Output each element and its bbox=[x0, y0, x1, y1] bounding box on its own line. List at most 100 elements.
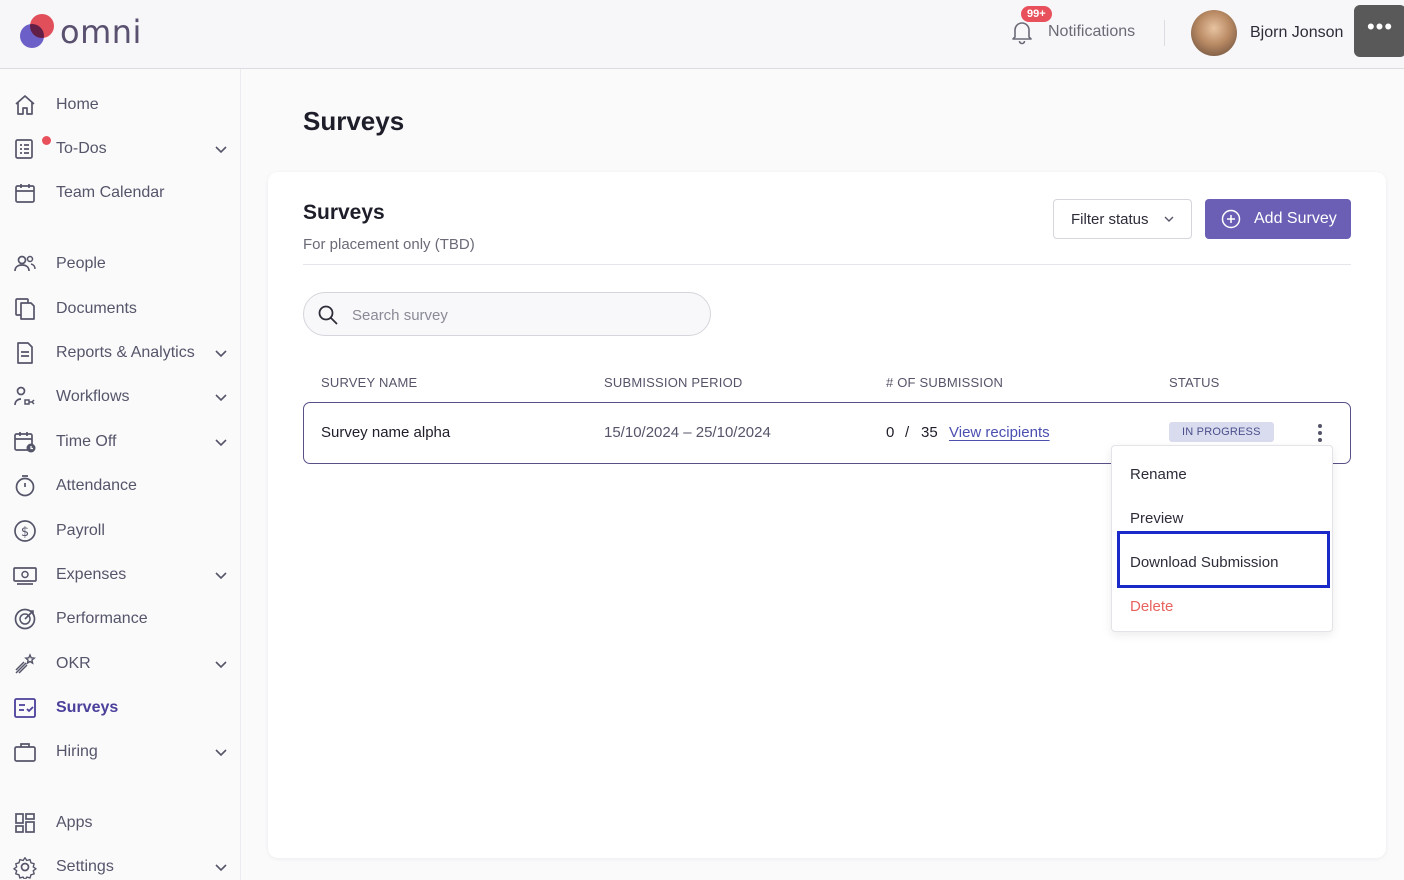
chevron-down-icon[interactable] bbox=[213, 389, 229, 405]
top-header: omni 99+ Notifications Bjorn Jonson ••• bbox=[0, 0, 1404, 69]
home-icon bbox=[12, 92, 38, 118]
sidebar-item-payroll[interactable]: $ Payroll bbox=[0, 513, 241, 549]
total-count: 35 bbox=[921, 424, 938, 441]
menu-item-rename[interactable]: Rename bbox=[1130, 466, 1187, 483]
sidebar-item-label: Surveys bbox=[56, 699, 119, 716]
logo-mark-icon bbox=[18, 12, 58, 52]
survey-icon bbox=[12, 695, 38, 721]
sidebar-item-attendance[interactable]: Attendance bbox=[0, 468, 241, 504]
dollar-icon: $ bbox=[12, 518, 38, 544]
column-header-status: STATUS bbox=[1169, 375, 1220, 390]
chevron-down-icon[interactable] bbox=[213, 744, 229, 760]
notifications-label: Notifications bbox=[1048, 23, 1136, 40]
sidebar-item-reports-analytics[interactable]: Reports & Analytics bbox=[0, 335, 241, 371]
sidebar-item-label: Performance bbox=[56, 610, 148, 627]
sidebar-item-label: Apps bbox=[56, 814, 93, 831]
search-icon bbox=[318, 305, 338, 325]
view-recipients-link[interactable]: View recipients bbox=[949, 424, 1050, 441]
omni-logo[interactable]: omni bbox=[18, 12, 142, 52]
chevron-down-icon[interactable] bbox=[213, 345, 229, 361]
briefcase-icon bbox=[12, 739, 38, 765]
sidebar-item-label: Expenses bbox=[56, 566, 127, 583]
column-header-submission-count: # OF SUBMISSION bbox=[886, 375, 1004, 390]
page-title: Surveys bbox=[303, 106, 405, 136]
column-header-survey-name: SURVEY NAME bbox=[321, 375, 418, 390]
sidebar-item-documents[interactable]: Documents bbox=[0, 291, 241, 327]
avatar[interactable] bbox=[1191, 10, 1237, 56]
menu-item-delete[interactable]: Delete bbox=[1130, 598, 1173, 615]
more-options-button[interactable]: ••• bbox=[1354, 5, 1404, 57]
chevron-down-icon[interactable] bbox=[213, 656, 229, 672]
sidebar-item-team-calendar[interactable]: Team Calendar bbox=[0, 175, 241, 211]
sidebar-item-label: People bbox=[56, 255, 106, 272]
workflow-icon bbox=[12, 384, 38, 410]
report-icon bbox=[12, 340, 38, 366]
card-subtitle: For placement only (TBD) bbox=[303, 236, 475, 253]
sidebar-item-apps[interactable]: Apps bbox=[0, 805, 241, 841]
sidebar-item-expenses[interactable]: Expenses bbox=[0, 557, 241, 593]
menu-item-download-submission[interactable]: Download Submission bbox=[1130, 554, 1278, 571]
sidebar-item-label: Attendance bbox=[56, 477, 137, 494]
sidebar-item-label: Team Calendar bbox=[56, 184, 165, 201]
sidebar-item-label: Payroll bbox=[56, 522, 105, 539]
logo-text: omni bbox=[60, 13, 142, 51]
user-name[interactable]: Bjorn Jonson bbox=[1250, 24, 1343, 42]
add-survey-label: Add Survey bbox=[1254, 210, 1337, 227]
documents-icon bbox=[12, 296, 38, 322]
menu-item-preview[interactable]: Preview bbox=[1130, 510, 1183, 527]
todo-notification-dot bbox=[42, 136, 51, 145]
search-input[interactable] bbox=[352, 303, 692, 327]
chevron-down-icon[interactable] bbox=[213, 859, 229, 875]
chevron-down-icon[interactable] bbox=[213, 567, 229, 583]
column-header-submission-period: SUBMISSION PERIOD bbox=[604, 375, 743, 390]
money-icon bbox=[12, 562, 38, 588]
sidebar-item-surveys[interactable]: Surveys bbox=[0, 690, 241, 726]
sidebar-item-settings[interactable]: Settings bbox=[0, 849, 241, 880]
chevron-down-icon[interactable] bbox=[213, 434, 229, 450]
sidebar-item-performance[interactable]: Performance bbox=[0, 601, 241, 637]
chevron-down-icon[interactable] bbox=[213, 141, 229, 157]
sidebar-item-label: Reports & Analytics bbox=[56, 344, 195, 361]
add-survey-button[interactable]: Add Survey bbox=[1205, 199, 1351, 239]
stopwatch-icon bbox=[12, 473, 38, 499]
notifications-button[interactable]: 99+ Notifications bbox=[1008, 6, 1136, 46]
sidebar-item-label: Settings bbox=[56, 858, 114, 875]
sidebar-item-label: Hiring bbox=[56, 743, 98, 760]
sidebar-item-workflows[interactable]: Workflows bbox=[0, 379, 241, 415]
filter-status-dropdown[interactable]: Filter status bbox=[1053, 199, 1192, 239]
header-divider bbox=[1164, 20, 1165, 46]
sidebar-item-label: Workflows bbox=[56, 388, 130, 405]
calendar-icon bbox=[12, 180, 38, 206]
sidebar-item-label: OKR bbox=[56, 655, 91, 672]
search-box[interactable] bbox=[303, 292, 711, 336]
todo-icon bbox=[12, 136, 51, 162]
submission-period: 15/10/2024 – 25/10/2024 bbox=[604, 424, 771, 441]
submitted-count: 0 bbox=[886, 424, 895, 441]
sidebar-item-people[interactable]: People bbox=[0, 246, 241, 282]
apps-icon bbox=[12, 810, 38, 836]
sidebar-item-label: Time Off bbox=[56, 433, 117, 450]
svg-text:$: $ bbox=[21, 525, 29, 540]
count-separator: / bbox=[905, 424, 910, 441]
row-actions-menu: Rename Preview Download Submission Delet… bbox=[1111, 445, 1333, 632]
status-badge: IN PROGRESS bbox=[1169, 422, 1274, 442]
survey-name: Survey name alpha bbox=[321, 424, 451, 441]
notifications-count-badge: 99+ bbox=[1021, 6, 1052, 22]
divider bbox=[303, 264, 1351, 265]
sidebar-item-label: To-Dos bbox=[56, 140, 107, 157]
sidebar-item-todos[interactable]: To-Dos bbox=[0, 131, 241, 167]
performance-icon bbox=[12, 606, 38, 632]
chevron-down-icon bbox=[1164, 216, 1174, 222]
row-actions-kebab-icon[interactable] bbox=[1312, 421, 1328, 445]
sidebar-item-label: Documents bbox=[56, 300, 137, 317]
card-title: Surveys bbox=[303, 201, 385, 224]
sidebar-item-okr[interactable]: OKR bbox=[0, 646, 241, 682]
sidebar: Home To-Dos Team Calendar People Documen… bbox=[0, 69, 241, 880]
gear-icon bbox=[12, 854, 38, 880]
sidebar-item-time-off[interactable]: Time Off bbox=[0, 424, 241, 460]
time-off-icon bbox=[12, 429, 38, 455]
sidebar-item-hiring[interactable]: Hiring bbox=[0, 734, 241, 770]
filter-status-label: Filter status bbox=[1071, 210, 1149, 228]
okr-icon bbox=[12, 651, 38, 677]
sidebar-item-home[interactable]: Home bbox=[0, 87, 241, 123]
